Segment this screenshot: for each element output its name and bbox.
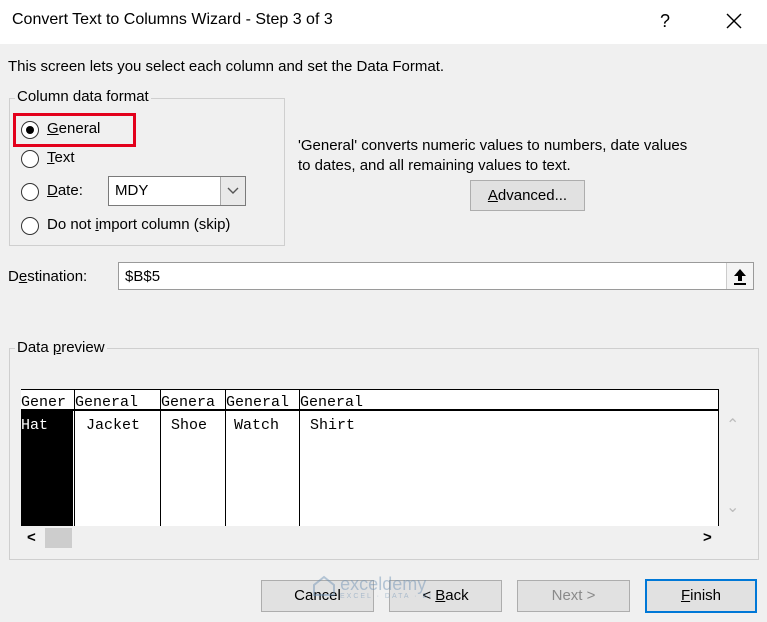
window-title: Convert Text to Columns Wizard - Step 3 … [12, 11, 333, 28]
radio-general-button[interactable] [21, 121, 39, 139]
scroll-down-icon[interactable]: ⌄ [726, 497, 739, 517]
scroll-thumb[interactable] [45, 528, 72, 548]
radio-date-label: Date: [47, 182, 83, 199]
radio-text-button[interactable] [21, 150, 39, 168]
radio-skip[interactable]: Do not import column (skip) [21, 216, 271, 236]
column-format-legend: Column data format [15, 88, 151, 105]
preview-header-3[interactable]: Genera [161, 394, 225, 411]
date-format-select[interactable]: MDY [108, 176, 246, 206]
close-icon [726, 13, 742, 29]
radio-text-label: Text [47, 149, 75, 166]
back-button[interactable]: < Back [389, 580, 502, 612]
preview-header-4[interactable]: General [226, 394, 299, 411]
radio-date[interactable]: Date: [21, 182, 101, 202]
vertical-scrollbar[interactable]: ⌃ ⌄ [719, 389, 745, 526]
scroll-right-icon[interactable]: > [703, 529, 712, 546]
preview-cell-3: Shoe [171, 417, 208, 434]
cancel-button[interactable]: Cancel [261, 580, 374, 612]
date-format-value: MDY [115, 182, 149, 199]
radio-skip-button[interactable] [21, 217, 39, 235]
preview-cell-5: Shirt [310, 417, 356, 434]
help-button[interactable]: ? [652, 8, 678, 34]
radio-skip-label: Do not import column (skip) [47, 216, 231, 233]
destination-input[interactable]: $B$5 [118, 262, 754, 290]
format-description-line1: 'General' converts numeric values to num… [298, 137, 688, 154]
preview-header-2[interactable]: General [75, 394, 160, 411]
radio-general-label: General [47, 120, 101, 137]
format-description-line2: to dates, and all remaining values to te… [298, 157, 571, 174]
date-format-dropdown-button[interactable] [220, 177, 245, 205]
preview-cell-4: Watch [234, 417, 280, 434]
help-icon: ? [659, 11, 670, 31]
destination-value: $B$5 [125, 268, 161, 285]
preview-header-5[interactable]: General [300, 394, 500, 411]
horizontal-scrollbar[interactable]: < > [21, 526, 719, 550]
radio-date-button[interactable] [21, 183, 39, 201]
intro-text: This screen lets you select each column … [8, 58, 445, 75]
chevron-down-icon [227, 187, 239, 194]
scroll-up-icon[interactable]: ⌃ [726, 415, 739, 435]
collapse-dialog-button[interactable] [726, 263, 753, 289]
finish-button[interactable]: Finish [645, 579, 757, 613]
close-button[interactable] [720, 8, 748, 34]
destination-label: Destination: [8, 268, 88, 285]
next-button[interactable]: Next > [517, 580, 630, 612]
advanced-button[interactable]: Advanced... [470, 180, 585, 211]
collapse-arrow-icon [734, 269, 746, 285]
data-preview-grid[interactable]: Gener General Genera General General Hat… [21, 389, 719, 526]
preview-top-border [21, 389, 719, 390]
radio-text[interactable]: Text [21, 149, 101, 169]
preview-header-1[interactable]: Gener [21, 394, 74, 411]
data-preview-legend: Data preview [15, 339, 107, 356]
scroll-left-icon[interactable]: < [27, 529, 36, 546]
radio-general[interactable]: General [21, 120, 121, 140]
preview-cell-2: Jacket [86, 417, 141, 434]
preview-cell-1: Hat [21, 417, 49, 434]
